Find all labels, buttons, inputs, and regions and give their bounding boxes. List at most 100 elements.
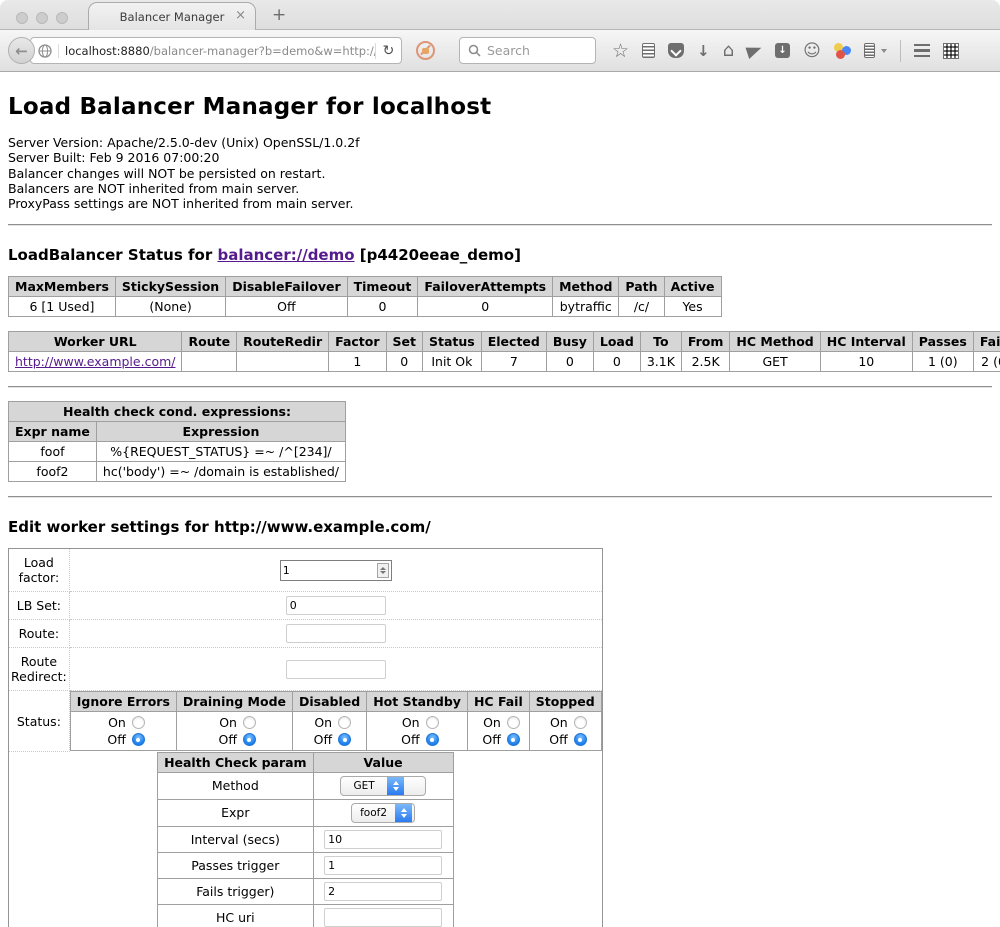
lb-set-input[interactable]	[286, 596, 386, 615]
feedback-smiley-icon[interactable]: ☺	[803, 41, 821, 61]
reading-list-icon[interactable]	[642, 43, 655, 58]
radio-stopped-off[interactable]	[574, 733, 587, 746]
server-info: Server Version: Apache/2.5.0-dev (Unix) …	[8, 135, 992, 211]
tab-title: Balancer Manager	[120, 10, 225, 24]
column-header: Status	[423, 332, 482, 352]
balancer-demo-link[interactable]: balancer://demo	[217, 246, 354, 264]
pocket-icon[interactable]	[668, 43, 684, 58]
radio-disabled-off[interactable]	[338, 733, 351, 746]
radio-ignore-errors-on[interactable]	[132, 716, 145, 729]
tab-groups-icon[interactable]	[943, 43, 959, 59]
color-dots-extension-icon[interactable]	[834, 43, 851, 59]
downloads-icon[interactable]: ↓	[697, 42, 710, 60]
select-stepper-icon	[395, 804, 412, 822]
radio-disabled-on[interactable]	[338, 716, 351, 729]
url-bar[interactable]: localhost:8880/balancer-manager?b=demo&w…	[30, 37, 402, 64]
radio-stopped-on[interactable]	[574, 716, 587, 729]
back-button[interactable]: ←	[8, 37, 35, 64]
hc-header-row: Health Check param Value	[158, 752, 454, 772]
load-factor-input[interactable]	[280, 560, 392, 581]
expressions-title: Health check cond. expressions:	[9, 402, 346, 422]
expr-name: foof2	[9, 462, 97, 482]
workers-table: Worker URL Route RouteRedir Factor Set S…	[8, 331, 1000, 372]
page-content: Load Balancer Manager for localhost Serv…	[0, 94, 1000, 927]
zoom-window-button[interactable]	[56, 12, 68, 24]
hc-row-passes: Passes trigger	[158, 852, 454, 878]
tab-close-icon[interactable]: ×	[235, 8, 246, 23]
form-row-route-redirect: Route Redirect:	[9, 648, 603, 691]
inherit-note-line: Balancers are NOT inherited from main se…	[8, 181, 992, 196]
window-controls	[16, 12, 68, 24]
cell-to: 3.1K	[640, 352, 681, 372]
radio-label: On	[308, 715, 332, 730]
back-icon: ←	[15, 42, 28, 60]
menu-hamburger-icon[interactable]	[914, 44, 930, 58]
radio-label: Off	[213, 732, 237, 747]
save-page-icon[interactable]: ↓	[775, 43, 790, 58]
column-header: Disabled	[293, 692, 367, 712]
bookmark-star-icon[interactable]: ☆	[612, 40, 629, 62]
cell-hc-method: GET	[730, 352, 820, 372]
expr-select[interactable]: foof2	[351, 803, 415, 823]
radio-label: On	[544, 715, 568, 730]
radio-hot-standby-on[interactable]	[426, 716, 439, 729]
param-label: Passes trigger	[158, 852, 314, 878]
cell-failoverattempts: 0	[418, 297, 553, 317]
page-title: Load Balancer Manager for localhost	[8, 94, 992, 120]
search-bar[interactable]: Search	[459, 37, 596, 64]
adblock-icon[interactable]	[416, 41, 435, 60]
close-window-button[interactable]	[16, 12, 28, 24]
radio-draining-mode-on[interactable]	[243, 716, 256, 729]
cell-stickysession: (None)	[115, 297, 225, 317]
form-row-status: Status: Ignore Errors Draining Mode Disa…	[9, 691, 603, 752]
home-icon[interactable]: ⌂	[723, 40, 734, 61]
status-radio-row: On Off On Off On Off	[70, 712, 601, 751]
interval-input[interactable]	[324, 830, 442, 849]
session-list-icon[interactable]	[864, 43, 875, 58]
hc-row-method: Method GET	[158, 772, 454, 799]
expr-select-value: foof2	[352, 804, 395, 822]
expression-row: foof %{REQUEST_STATUS} =~ /^[234]/	[9, 442, 346, 462]
dropdown-chevron-icon[interactable]	[881, 49, 887, 53]
radio-label: Off	[102, 732, 126, 747]
column-header: Route	[182, 332, 237, 352]
tab-balancer-manager[interactable]: Balancer Manager ×	[88, 2, 256, 30]
cell-load: 0	[593, 352, 640, 372]
radio-ignore-errors-off[interactable]	[132, 733, 145, 746]
send-tab-icon[interactable]	[746, 42, 764, 58]
cell-route	[182, 352, 237, 372]
radio-hc-fail-off[interactable]	[507, 733, 520, 746]
column-header: From	[681, 332, 730, 352]
method-select[interactable]: GET	[340, 776, 426, 796]
column-header: StickySession	[115, 277, 225, 297]
passes-input[interactable]	[324, 856, 442, 875]
hc-row-fails: Fails trigger)	[158, 878, 454, 904]
radio-hc-fail-on[interactable]	[507, 716, 520, 729]
fails-input[interactable]	[324, 882, 442, 901]
reload-icon[interactable]: ↻	[375, 43, 401, 59]
field-label: LB Set:	[9, 592, 70, 620]
expr-value: hc('body') =~ /domain is established/	[96, 462, 345, 482]
column-header: Health Check param	[158, 752, 314, 772]
radio-draining-mode-off[interactable]	[243, 733, 256, 746]
url-text: localhost:8880/balancer-manager?b=demo&w…	[59, 44, 375, 58]
column-header: DisableFailover	[226, 277, 347, 297]
hc-expressions-table: Health check cond. expressions: Expr nam…	[8, 401, 346, 482]
load-factor-field[interactable]	[283, 564, 377, 577]
hc-uri-input[interactable]	[324, 908, 442, 927]
heading-suffix: [p4420eeae_demo]	[360, 246, 521, 264]
minimize-window-button[interactable]	[36, 12, 48, 24]
route-redirect-input[interactable]	[286, 660, 386, 679]
new-tab-button[interactable]: +	[272, 5, 286, 25]
number-stepper-icon[interactable]	[377, 563, 389, 578]
cell-passes: 1 (0)	[912, 352, 973, 372]
radio-hot-standby-off[interactable]	[426, 733, 439, 746]
route-input[interactable]	[286, 624, 386, 643]
server-built-line: Server Built: Feb 9 2016 07:00:20	[8, 150, 992, 165]
table-header-row: MaxMembers StickySession DisableFailover…	[9, 277, 722, 297]
param-label: Fails trigger)	[158, 878, 314, 904]
hc-row-interval: Interval (secs)	[158, 826, 454, 852]
worker-url-link[interactable]: http://www.example.com/	[15, 354, 175, 369]
toolbar-separator	[900, 40, 901, 62]
globe-icon	[31, 44, 59, 58]
